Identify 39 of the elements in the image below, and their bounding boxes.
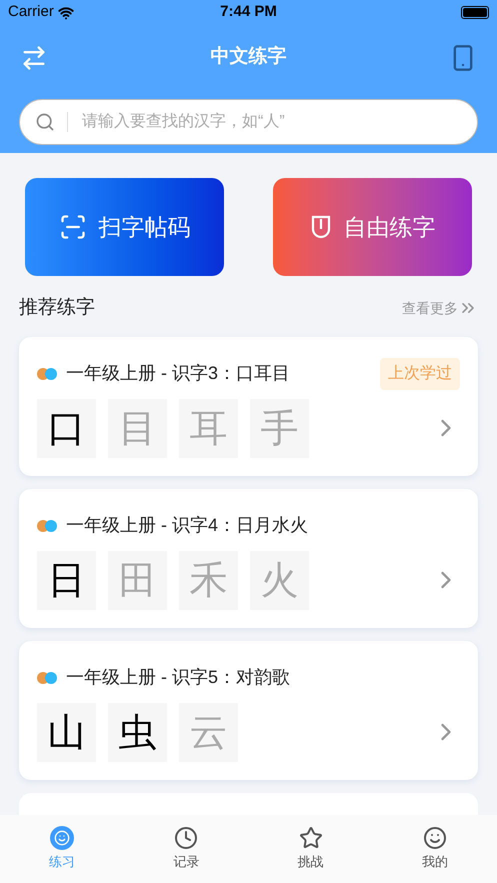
last-studied-badge: 上次学过: [380, 358, 460, 390]
character-tile: 田: [108, 550, 167, 610]
lesson-title: 一年级上册 - 识字4：日月水火: [66, 514, 308, 537]
character-tile: 禾: [179, 550, 238, 610]
character-tile: 虫: [108, 702, 167, 762]
lesson-title: 一年级上册 - 识字3：口耳目: [66, 362, 290, 385]
tab-item[interactable]: 挑战: [276, 826, 346, 872]
dots-icon: [37, 520, 58, 532]
dots-icon: [37, 368, 58, 380]
tab-item[interactable]: 我的: [400, 826, 470, 872]
shield-icon: [310, 214, 332, 240]
section-title: 推荐练字: [19, 296, 95, 320]
character-tile: 火: [250, 550, 309, 610]
scan-icon: [58, 213, 86, 241]
tab-item[interactable]: 记录: [151, 826, 222, 872]
character-tile: 日: [37, 550, 96, 610]
lesson-title: 一年级上册 - 识字5：对韵歌: [66, 666, 290, 689]
face-icon: [422, 826, 447, 850]
dots-icon: [37, 672, 58, 684]
character-tile: 山: [37, 702, 96, 762]
search-icon: [35, 112, 55, 132]
action-button[interactable]: 自由练字: [273, 178, 472, 276]
wifi-icon: [58, 4, 74, 20]
lesson-card[interactable]: 一年级上册 - 识字4：日月水火 日 田 禾 火: [19, 488, 478, 628]
character-tile: 耳: [179, 398, 238, 458]
action-button[interactable]: 扫字帖码: [25, 178, 224, 276]
character-tile: 云: [179, 702, 238, 762]
clock-icon: [174, 826, 198, 850]
character-tile: 目: [108, 398, 167, 458]
character-tile: 口: [37, 398, 96, 458]
star-icon: [298, 826, 323, 850]
lesson-card[interactable]: 一年级上册 - 识字3：口耳目 上次学过 口 目 耳 手: [19, 336, 478, 476]
character-tile: 手: [250, 398, 309, 458]
battery-icon: [460, 6, 489, 19]
app-title: 中文练字: [210, 44, 286, 70]
search-field[interactable]: 请输入要查找的汉字，如“人”: [19, 99, 478, 145]
lesson-card[interactable]: 一年级上册 - 识字5：对韵歌 山 虫 云: [19, 640, 478, 780]
clock-time: 7:44 PM: [220, 2, 277, 22]
carrier-text: Carrier: [8, 2, 54, 22]
